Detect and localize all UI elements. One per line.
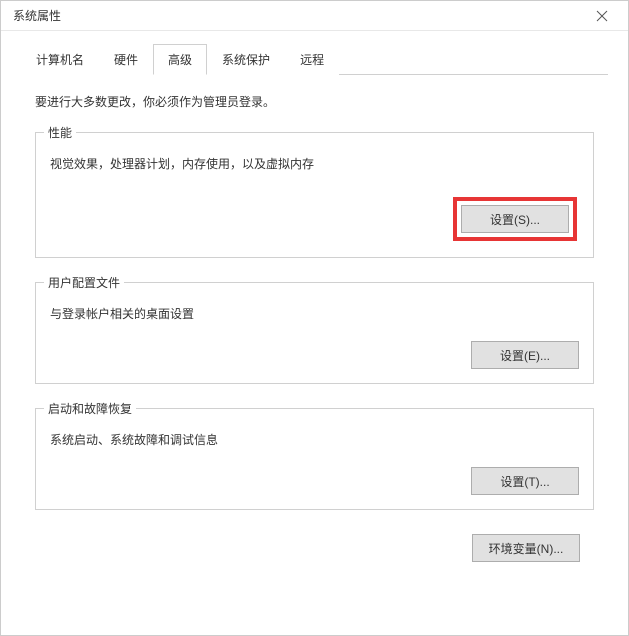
env-button-row: 环境变量(N)...	[35, 534, 594, 562]
close-button[interactable]	[584, 2, 620, 30]
userprofile-button-row: 设置(E)...	[50, 341, 579, 369]
performance-settings-button[interactable]: 设置(S)...	[461, 205, 569, 233]
tab-system-protection[interactable]: 系统保护	[207, 44, 285, 75]
environment-variables-button[interactable]: 环境变量(N)...	[472, 534, 580, 562]
startup-group: 启动和故障恢复 系统启动、系统故障和调试信息 设置(T)...	[35, 408, 594, 510]
close-icon	[596, 10, 608, 22]
tab-body-advanced: 要进行大多数更改，你必须作为管理员登录。 性能 视觉效果，处理器计划，内存使用，…	[21, 75, 608, 562]
tab-computer-name[interactable]: 计算机名	[21, 44, 99, 75]
performance-title: 性能	[44, 124, 76, 141]
content-area: 计算机名 硬件 高级 系统保护 远程 要进行大多数更改，你必须作为管理员登录。 …	[1, 31, 628, 572]
admin-notice: 要进行大多数更改，你必须作为管理员登录。	[35, 93, 594, 110]
userprofile-desc: 与登录帐户相关的桌面设置	[50, 305, 579, 323]
startup-button-row: 设置(T)...	[50, 467, 579, 495]
startup-desc: 系统启动、系统故障和调试信息	[50, 431, 579, 449]
startup-title: 启动和故障恢复	[44, 400, 136, 417]
titlebar: 系统属性	[1, 1, 628, 31]
startup-settings-button[interactable]: 设置(T)...	[471, 467, 579, 495]
performance-desc: 视觉效果，处理器计划，内存使用，以及虚拟内存	[50, 155, 579, 173]
performance-group: 性能 视觉效果，处理器计划，内存使用，以及虚拟内存 设置(S)...	[35, 132, 594, 258]
userprofile-title: 用户配置文件	[44, 274, 124, 291]
window-title: 系统属性	[13, 7, 61, 24]
tab-remote[interactable]: 远程	[285, 44, 339, 75]
tab-hardware[interactable]: 硬件	[99, 44, 153, 75]
performance-button-row: 设置(S)...	[50, 191, 579, 243]
userprofile-group: 用户配置文件 与登录帐户相关的桌面设置 设置(E)...	[35, 282, 594, 384]
tab-advanced[interactable]: 高级	[153, 44, 207, 75]
tabs-bar: 计算机名 硬件 高级 系统保护 远程	[21, 43, 608, 75]
system-properties-window: 系统属性 计算机名 硬件 高级 系统保护 远程 要进行大多数更改，你必须作为管理…	[0, 0, 629, 636]
userprofile-settings-button[interactable]: 设置(E)...	[471, 341, 579, 369]
